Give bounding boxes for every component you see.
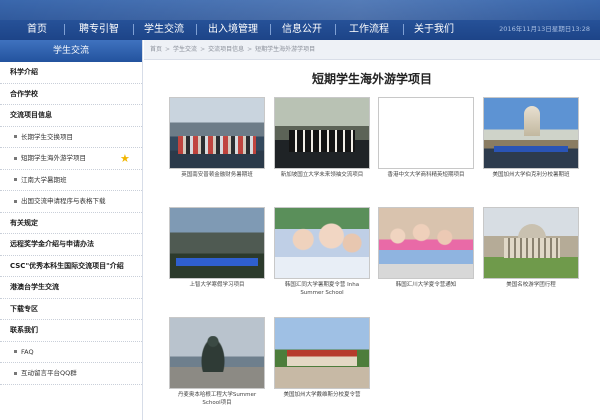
nav-separator: [335, 24, 336, 35]
sidebar-item-2[interactable]: 交流项目信息: [0, 105, 142, 127]
sidebar-item-7[interactable]: 有关规定: [0, 213, 142, 234]
sidebar-item-label: 互动留言平台QQ群: [21, 369, 77, 377]
sidebar-item-label: 科学介绍: [10, 68, 38, 76]
breadcrumb: 首页 > 学生交流 > 交流项目信息 > 短期学生海外游学项目: [144, 40, 600, 60]
project-photo[interactable]: [378, 207, 474, 279]
breadcrumb-link-1[interactable]: 学生交流: [173, 46, 197, 53]
bullet-icon: [14, 178, 17, 181]
nav-item-0[interactable]: 首页: [20, 22, 54, 37]
nav-item-5[interactable]: 工作流程: [344, 22, 394, 37]
sidebar-item-12[interactable]: 联系我们: [0, 320, 142, 342]
project-caption[interactable]: 韩国汇川大学夏令营通知: [378, 281, 474, 289]
page-title: 短期学生海外游学项目: [311, 72, 432, 86]
breadcrumb-link-2[interactable]: 交流项目信息: [208, 46, 244, 53]
sidebar-item-10[interactable]: 港澳台学生交流: [0, 277, 142, 299]
breadcrumb-separator: >: [200, 46, 206, 53]
nav-item-3[interactable]: 出入境管理: [204, 22, 262, 37]
bullet-icon: [14, 371, 17, 375]
project-photo[interactable]: [274, 317, 370, 389]
breadcrumb-link-0[interactable]: 首页: [150, 46, 162, 53]
sidebar-item-label: 出国交流申请程序与表格下载: [21, 197, 106, 205]
main-content: 首页 > 学生交流 > 交流项目信息 > 短期学生海外游学项目 短期学生海外游学项目 英国南…: [144, 40, 600, 420]
gallery-card[interactable]: 美国加州大学伯克利分校暑期班: [483, 97, 579, 179]
project-photo[interactable]: [169, 97, 265, 169]
project-photo[interactable]: [169, 207, 265, 279]
current-date: 2016年11月13日星期日13:28: [499, 25, 590, 33]
bullet-icon: [14, 199, 17, 203]
sidebar-item-label: 联系我们: [10, 326, 38, 334]
sidebar-header: 学生交流: [0, 40, 142, 62]
project-photo[interactable]: [274, 207, 370, 279]
sidebar-item-0[interactable]: 科学介绍: [0, 62, 142, 84]
project-photo[interactable]: [274, 97, 370, 169]
sidebar-item-label: FAQ: [21, 347, 34, 356]
project-caption[interactable]: 丹麦奥本哈根工程大学Summer School项目: [169, 391, 265, 407]
project-photo[interactable]: [378, 97, 474, 169]
nav-item-6[interactable]: 关于我们: [412, 22, 456, 37]
sidebar-item-13[interactable]: FAQ: [0, 342, 142, 363]
nav-separator: [132, 24, 134, 35]
header-banner: [0, 0, 600, 20]
sidebar-item-label: 交流项目信息: [10, 111, 52, 119]
gallery-card[interactable]: 丹麦奥本哈根工程大学Summer School项目: [169, 317, 265, 407]
sidebar: 学生交流 科学介绍合作学校交流项目信息长期学生交换项目短期学生海外游学项目 ★ 江南…: [0, 40, 143, 420]
project-caption[interactable]: 新加坡国立大学未来领袖交流项目: [274, 171, 370, 179]
gallery-card[interactable]: 韩国汇同大学暑期夏令营 Inha Summer School: [274, 207, 370, 297]
sidebar-item-1[interactable]: 合作学校: [0, 84, 142, 105]
breadcrumb-separator: >: [247, 46, 253, 53]
sidebar-item-label: 港澳台学生交流: [10, 283, 59, 291]
gallery-card[interactable]: 新加坡国立大学未来领袖交流项目: [274, 97, 370, 179]
gallery-card[interactable]: 美国名校游学团行程: [483, 207, 579, 289]
gallery-card[interactable]: 上智大学寒假学习项目: [169, 207, 265, 289]
nav-separator: [195, 24, 197, 35]
sidebar-item-3[interactable]: 长期学生交换项目: [0, 127, 142, 148]
sidebar-item-11[interactable]: 下载专区: [0, 299, 142, 320]
project-caption[interactable]: 美国加州大学戴维斯分校夏令营: [274, 391, 370, 399]
project-photo[interactable]: [169, 317, 265, 389]
nav-separator: [270, 24, 271, 35]
sidebar-item-label: 下载专区: [10, 304, 38, 313]
bullet-icon: [14, 156, 17, 160]
sidebar-item-label: 江南大学暑期班: [21, 175, 67, 184]
sidebar-item-4[interactable]: 短期学生海外游学项目 ★: [0, 148, 142, 170]
project-caption[interactable]: 上智大学寒假学习项目: [169, 281, 265, 289]
project-caption[interactable]: 英国南安普顿金融财务暑期班: [169, 171, 265, 179]
gallery-card[interactable]: 美国加州大学戴维斯分校夏令营: [274, 317, 370, 399]
project-caption[interactable]: 美国加州大学伯克利分校暑期班: [483, 171, 579, 179]
nav-separator: [64, 24, 65, 35]
project-photo[interactable]: [483, 97, 579, 169]
top-navigation-bar: 首页 聘专引智 学生交流 出入境管理 信息公开 工作流程 关于我们 2016年11月13日星…: [0, 0, 600, 40]
bullet-icon: [14, 350, 17, 353]
project-caption[interactable]: 香港中文大学商科精英短期项目: [378, 171, 474, 179]
gallery-card[interactable]: 英国南安普顿金融财务暑期班: [169, 97, 265, 179]
sidebar-item-label: 有关规定: [10, 218, 38, 227]
nav-item-2[interactable]: 学生交流: [141, 22, 187, 37]
nav-item-4[interactable]: 信息公开: [278, 22, 326, 37]
sidebar-item-label: 合作学校: [10, 89, 38, 98]
star-icon: ★: [120, 152, 130, 165]
gallery-card[interactable]: 韩国汇川大学夏令营通知: [378, 207, 474, 289]
sidebar-item-label: 长期学生交换项目: [21, 132, 73, 141]
breadcrumb-link-3[interactable]: 短期学生海外游学项目: [255, 46, 315, 53]
bullet-icon: [14, 135, 17, 138]
project-photo[interactable]: [483, 207, 579, 279]
sidebar-item-label: 远程奖学金介绍与申请办法: [10, 240, 94, 248]
project-caption[interactable]: 韩国汇同大学暑期夏令营 Inha Summer School: [274, 281, 370, 297]
sidebar-item-9[interactable]: CSC"优秀本科生国际交流项目"介绍: [0, 256, 142, 277]
gallery-card[interactable]: 香港中文大学商科精英短期项目: [378, 97, 474, 179]
project-caption[interactable]: 美国名校游学团行程: [483, 281, 579, 289]
sidebar-item-14[interactable]: 互动留言平台QQ群: [0, 363, 142, 385]
sidebar-item-5[interactable]: 江南大学暑期班: [0, 170, 142, 191]
sidebar-item-6[interactable]: 出国交流申请程序与表格下载: [0, 191, 142, 213]
sidebar-item-8[interactable]: 远程奖学金介绍与申请办法: [0, 234, 142, 256]
nav-item-1[interactable]: 聘专引智: [74, 22, 124, 37]
nav-separator: [403, 24, 404, 35]
breadcrumb-separator: >: [165, 46, 171, 53]
sidebar-item-label: CSC"优秀本科生国际交流项目"介绍: [10, 261, 124, 270]
sidebar-item-label: 短期学生海外游学项目: [21, 154, 86, 162]
